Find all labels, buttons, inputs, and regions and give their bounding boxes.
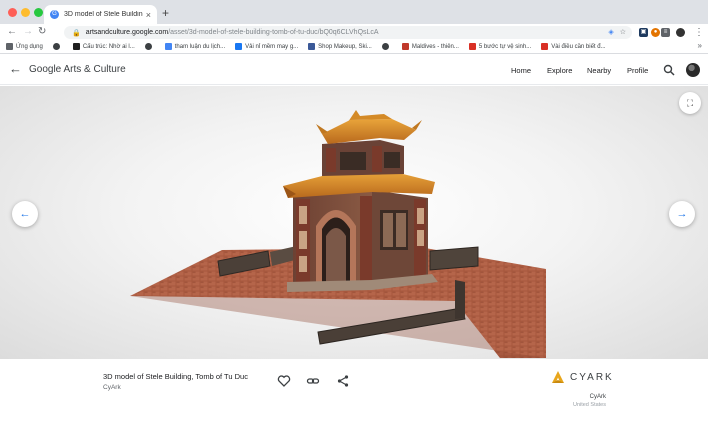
bookmark-star-icon[interactable]: ☆	[620, 28, 626, 36]
back-arrow-icon[interactable]: ←	[9, 62, 22, 76]
partner-location: United States	[572, 402, 606, 408]
cyark-logo-text: CYARK	[570, 371, 614, 383]
globe-icon	[144, 43, 152, 50]
asset-info-bar: 3D model of Stele Building, Tomb of Tu D…	[0, 359, 708, 425]
close-window-button[interactable]	[8, 8, 17, 17]
bookmark-item[interactable]: Cấu trúc: Nhờ ai l...	[72, 43, 135, 50]
bookmark-item[interactable]	[52, 43, 63, 50]
bookmark-item[interactable]: tham luận du lịch...	[164, 43, 226, 50]
translate-icon[interactable]: ◈	[608, 28, 613, 36]
asset-title: 3D model of Stele Building, Tomb of Tu D…	[103, 372, 248, 381]
nav-profile[interactable]: Profile	[627, 66, 648, 75]
next-arrow-icon[interactable]: →	[669, 201, 695, 227]
bookmark-item[interactable]	[144, 43, 155, 50]
address-bar[interactable]: 🔒 artsandculture.google.com /asset/3d-mo…	[64, 26, 632, 39]
photo-icon	[401, 43, 409, 50]
browser-back-icon[interactable]: ←	[7, 26, 17, 38]
zoom-window-button[interactable]	[34, 8, 43, 17]
facebook-icon	[235, 43, 243, 50]
bookmark-item[interactable]: Vài điều cần biết đ...	[541, 43, 606, 50]
new-tab-plus-icon[interactable]: +	[162, 7, 169, 19]
page-red-icon	[468, 43, 476, 50]
bookmark-label: tham luận du lịch...	[174, 43, 226, 50]
facebook-f-icon	[308, 43, 316, 50]
user-avatar[interactable]	[686, 63, 700, 77]
browser-menu-icon[interactable]: ⋮	[694, 27, 704, 39]
bookmarks-bar: Ứng dụng Cấu trúc: Nhờ ai l... tham luận d…	[0, 40, 708, 54]
bookmark-item[interactable]: Maldives - thiên...	[401, 43, 459, 50]
link-icon[interactable]	[306, 374, 320, 388]
globe-icon	[52, 43, 60, 50]
extension-orange-icon[interactable]: ●	[651, 28, 660, 37]
brand-logo[interactable]: Google Arts & Culture	[29, 64, 126, 75]
lock-icon: 🔒	[72, 29, 81, 37]
extension-icon[interactable]: ▣	[639, 28, 648, 37]
search-icon[interactable]	[663, 64, 675, 76]
nav-explore[interactable]: Explore	[547, 66, 572, 75]
bookmark-item[interactable]: 5 bước tự vệ sinh...	[468, 43, 532, 50]
share-icon[interactable]	[336, 374, 350, 388]
bookmark-item[interactable]	[381, 43, 392, 50]
browser-forward-icon[interactable]: →	[23, 26, 33, 38]
bookmark-label: Vải nỉ mềm may g...	[245, 43, 299, 50]
site-header: ← Google Arts & Culture Home Explore Nea…	[0, 55, 708, 85]
favorite-heart-icon[interactable]	[277, 374, 291, 388]
extension-list-icon[interactable]: ≡	[661, 28, 670, 37]
fullscreen-icon[interactable]: ⛶	[679, 92, 701, 114]
bookmark-item[interactable]: Shop Makeup, Ski...	[308, 43, 372, 50]
apps-grid-icon	[6, 43, 13, 50]
cyark-mark-icon	[552, 371, 564, 383]
page-icon	[72, 43, 80, 50]
url-path: /asset/3d-model-of-stele-building-tomb-o…	[168, 29, 379, 36]
url-host: artsandculture.google.com	[85, 29, 169, 36]
profile-avatar-icon[interactable]	[676, 28, 685, 37]
bookmarks-overflow-icon[interactable]: »	[698, 41, 702, 50]
bookmark-item[interactable]: Ứng dụng	[6, 43, 43, 50]
stele-building-model-image[interactable]	[0, 86, 708, 359]
arts-culture-favicon-icon: G	[50, 10, 59, 19]
reload-icon[interactable]: ↻	[38, 26, 46, 38]
bookmark-label: Maldives - thiên...	[411, 43, 459, 50]
globe-icon	[381, 43, 389, 50]
asset-creator[interactable]: CyArk	[103, 384, 121, 391]
bookmark-item[interactable]: Vải nỉ mềm may g...	[235, 43, 298, 50]
bookmark-label: Ứng dụng	[16, 43, 43, 50]
bookmark-label: Vài điều cần biết đ...	[551, 43, 606, 50]
browser-tab-strip: G 3D model of Stele Building, To × +	[0, 0, 708, 24]
google-g-icon	[164, 43, 172, 50]
browser-toolbar: ← → ↻ 🔒 artsandculture.google.com /asset…	[0, 24, 708, 40]
minimize-window-button[interactable]	[21, 8, 30, 17]
bookmark-label: Cấu trúc: Nhờ ai l...	[82, 43, 135, 50]
page-red-icon	[541, 43, 549, 50]
nav-home[interactable]: Home	[511, 66, 531, 75]
bookmark-label: Shop Makeup, Ski...	[318, 43, 372, 50]
bookmark-label: 5 bước tự vệ sinh...	[478, 43, 532, 50]
previous-arrow-icon[interactable]: ←	[12, 201, 38, 227]
browser-tab-active[interactable]: G 3D model of Stele Building, To ×	[44, 5, 157, 24]
tab-close-icon[interactable]: ×	[146, 10, 151, 20]
3d-model-viewer[interactable]: ⛶ ← →	[0, 86, 708, 359]
tab-title: 3D model of Stele Building, To	[64, 11, 143, 18]
partner-name[interactable]: CyArk	[590, 394, 606, 400]
nav-nearby[interactable]: Nearby	[587, 66, 611, 75]
cyark-partner-logo[interactable]: CYARK	[551, 370, 614, 384]
